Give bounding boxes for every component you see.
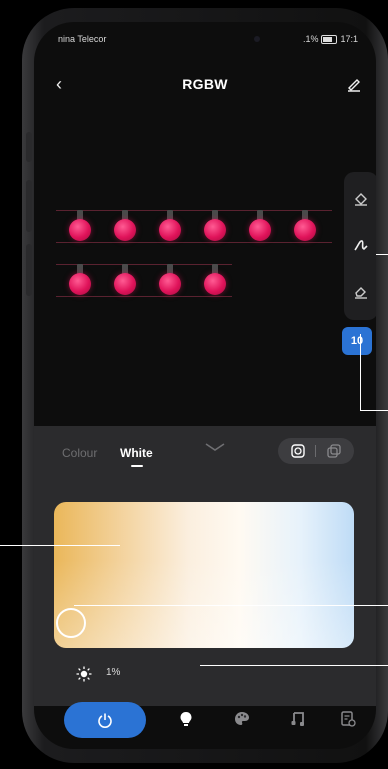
schedule-icon[interactable]: [338, 709, 358, 729]
palette-icon[interactable]: [232, 709, 252, 729]
app-screen: ​nina Telecor .1% 17:1 ‹ RGBW: [34, 22, 376, 749]
volume-down-button: [26, 244, 32, 296]
light-bulb[interactable]: [68, 210, 92, 246]
white-temperature-picker[interactable]: [54, 502, 354, 648]
tab-white[interactable]: White: [120, 446, 153, 460]
bulb-glass: [204, 219, 226, 241]
copy-mode-icon[interactable]: [326, 443, 342, 459]
power-icon: [98, 713, 112, 728]
mode-toggle[interactable]: [278, 438, 354, 464]
tab-active-indicator: [131, 465, 143, 467]
fill-icon[interactable]: [350, 188, 372, 210]
bulb-glass: [249, 219, 271, 241]
bulb-glass: [114, 219, 136, 241]
eraser-icon[interactable]: [350, 280, 372, 302]
pen-icon[interactable]: [346, 76, 362, 92]
light-bulb[interactable]: [248, 210, 272, 246]
bulb-glass: [159, 219, 181, 241]
top-bar: ‹ RGBW: [34, 72, 376, 98]
status-right: .1% 17:1: [303, 34, 358, 44]
temperature-handle[interactable]: [56, 608, 86, 638]
front-camera: [254, 36, 260, 42]
wire-top: [56, 210, 332, 211]
sun-icon: [76, 666, 92, 682]
callout-line-eraser: [376, 254, 388, 255]
page-title: RGBW: [182, 76, 228, 92]
clock: 17:1: [340, 34, 358, 44]
battery-icon: [321, 34, 338, 44]
power-button[interactable]: [64, 702, 146, 738]
bulb-glass: [294, 219, 316, 241]
volume-up-button: [26, 180, 32, 232]
light-bulb[interactable]: [68, 264, 92, 300]
light-bulb[interactable]: [113, 264, 137, 300]
collapse-chevron-icon[interactable]: [204, 442, 226, 452]
light-bulb[interactable]: [203, 264, 227, 300]
callout-line-brightness: [200, 665, 388, 666]
bulb-glass: [204, 273, 226, 295]
light-bulb[interactable]: [293, 210, 317, 246]
light-bulb[interactable]: [158, 210, 182, 246]
bulb-icon[interactable]: [176, 709, 196, 729]
battery-percent: .1%: [302, 34, 319, 44]
bulb-glass: [69, 273, 91, 295]
status-bar: ​nina Telecor .1% 17:1: [58, 34, 358, 48]
bulb-glass: [159, 273, 181, 295]
brush-icon[interactable]: [350, 234, 372, 256]
light-bulb[interactable]: [158, 264, 182, 300]
brightness-value: 1%: [106, 667, 121, 678]
carrier-label: ​nina Telecor: [58, 34, 107, 44]
bottom-nav: [34, 702, 376, 749]
refresh-mode-icon[interactable]: [290, 443, 306, 459]
bulb-glass: [114, 273, 136, 295]
light-bulb[interactable]: [203, 210, 227, 246]
light-bulb[interactable]: [113, 210, 137, 246]
callout-line-count: [360, 410, 388, 411]
tab-colour[interactable]: Colour: [62, 446, 97, 460]
callout-line-count-vertical: [360, 334, 361, 410]
music-icon[interactable]: [288, 709, 308, 729]
brightness-slider[interactable]: 1%: [54, 654, 354, 694]
callout-line-handle: [74, 605, 388, 606]
callout-line-picker: [0, 545, 120, 546]
control-panel: Colour White 1%: [34, 426, 376, 706]
selected-count-badge[interactable]: 10: [342, 327, 372, 355]
toggle-divider: [315, 445, 316, 457]
bulb-string[interactable]: [56, 202, 336, 312]
mute-switch: [26, 132, 32, 162]
wire-middle: [56, 242, 332, 243]
paint-toolbox: [344, 172, 376, 320]
bulb-glass: [69, 219, 91, 241]
